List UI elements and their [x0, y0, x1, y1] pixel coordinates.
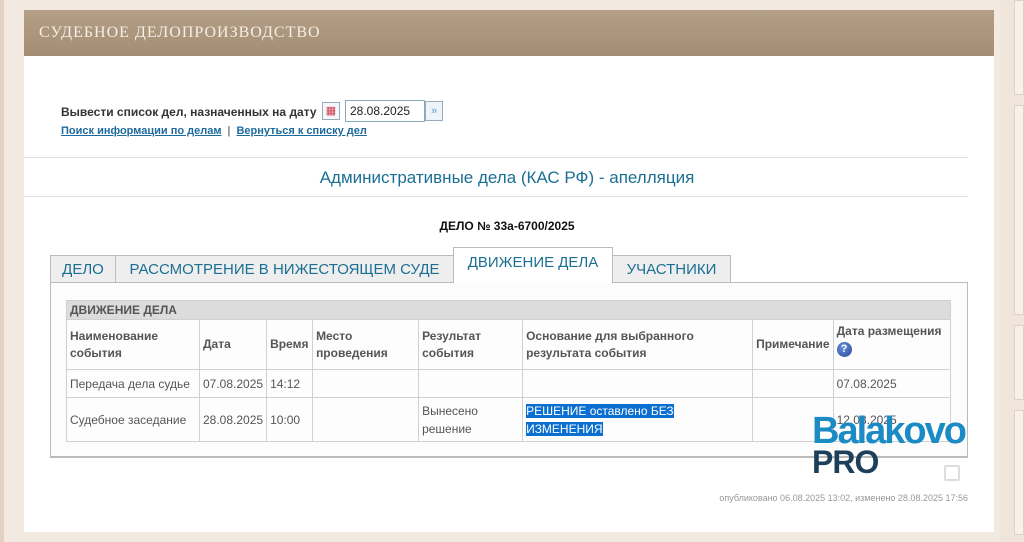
- table-caption: ДВИЖЕНИЕ ДЕЛА: [66, 300, 951, 320]
- tab-case-movement[interactable]: ДВИЖЕНИЕ ДЕЛА: [453, 247, 613, 283]
- cell: Передача дела судье: [66, 369, 200, 398]
- cell: 10:00: [266, 397, 314, 442]
- back-to-list-link[interactable]: Вернуться к списку дел: [236, 125, 366, 137]
- col-header: Дата: [198, 319, 268, 370]
- col-header: Основание для выбранного результата собы…: [522, 319, 754, 370]
- col-header-label: Дата размещения: [836, 324, 942, 338]
- cell: [312, 397, 420, 442]
- cell: [522, 369, 754, 398]
- cell: РЕШЕНИЕ оставлено БЕЗ ИЗМЕНЕНИЯ: [522, 397, 754, 442]
- page-title: Административные дела (КАС РФ) - апелляц…: [319, 168, 695, 187]
- right-sidebar: [1000, 0, 1024, 542]
- cell: [418, 369, 524, 398]
- watermark-logo: Balakovo PRO: [812, 410, 967, 481]
- section-title: СУДЕБНОЕ ДЕЛОПРОИЗВОДСТВО: [39, 24, 321, 41]
- date-input[interactable]: [345, 100, 425, 122]
- cell: 28.08.2025: [198, 397, 268, 442]
- case-number: ДЕЛО № 33а-6700/2025: [439, 219, 575, 233]
- col-header: Результат события: [418, 319, 524, 370]
- cell: Вынесено решение: [418, 397, 524, 442]
- selected-text: РЕШЕНИЕ оставлено БЕЗ ИЗМЕНЕНИЯ: [526, 403, 674, 436]
- col-header: Время: [266, 319, 314, 370]
- cell: Судебное заседание: [66, 397, 200, 442]
- tab-participants[interactable]: УЧАСТНИКИ: [612, 255, 731, 282]
- col-header: Примечание: [752, 319, 834, 370]
- table-header-row: Наименование события Дата Время Место пр…: [66, 319, 952, 370]
- tab-case[interactable]: ДЕЛО: [50, 255, 116, 282]
- cell: [752, 369, 834, 398]
- left-edge: [0, 0, 4, 542]
- search-cases-link[interactable]: Поиск информации по делам: [61, 125, 221, 137]
- watermark-line2: PRO: [812, 444, 879, 481]
- calendar-icon[interactable]: ▦: [322, 102, 340, 120]
- publication-info: опубликовано 06.08.2025 13:02, изменено …: [719, 493, 968, 503]
- help-icon[interactable]: ?: [836, 342, 852, 357]
- table-row: Передача дела судье 07.08.2025 14:12 07.…: [66, 369, 952, 398]
- go-arrow-button[interactable]: »: [425, 101, 443, 121]
- date-filter-label: Вывести список дел, назначенных на дату: [61, 105, 317, 119]
- tab-lower-court[interactable]: РАССМОТРЕНИЕ В НИЖЕСТОЯЩЕМ СУДЕ: [115, 255, 454, 282]
- cell: 14:12: [266, 369, 314, 398]
- divider: [24, 196, 968, 197]
- section-header: СУДЕБНОЕ ДЕЛОПРОИЗВОДСТВО: [24, 10, 994, 56]
- watermark-line1: Balakovo: [812, 410, 967, 452]
- divider: [24, 157, 968, 158]
- col-header: Наименование события: [66, 319, 200, 370]
- link-separator: |: [227, 125, 231, 137]
- cell: 07.08.2025: [198, 369, 268, 398]
- col-header: Место проведения: [312, 319, 420, 370]
- cell: [312, 369, 420, 398]
- cell: 07.08.2025: [832, 369, 952, 398]
- col-header: Дата размещения?: [832, 319, 952, 370]
